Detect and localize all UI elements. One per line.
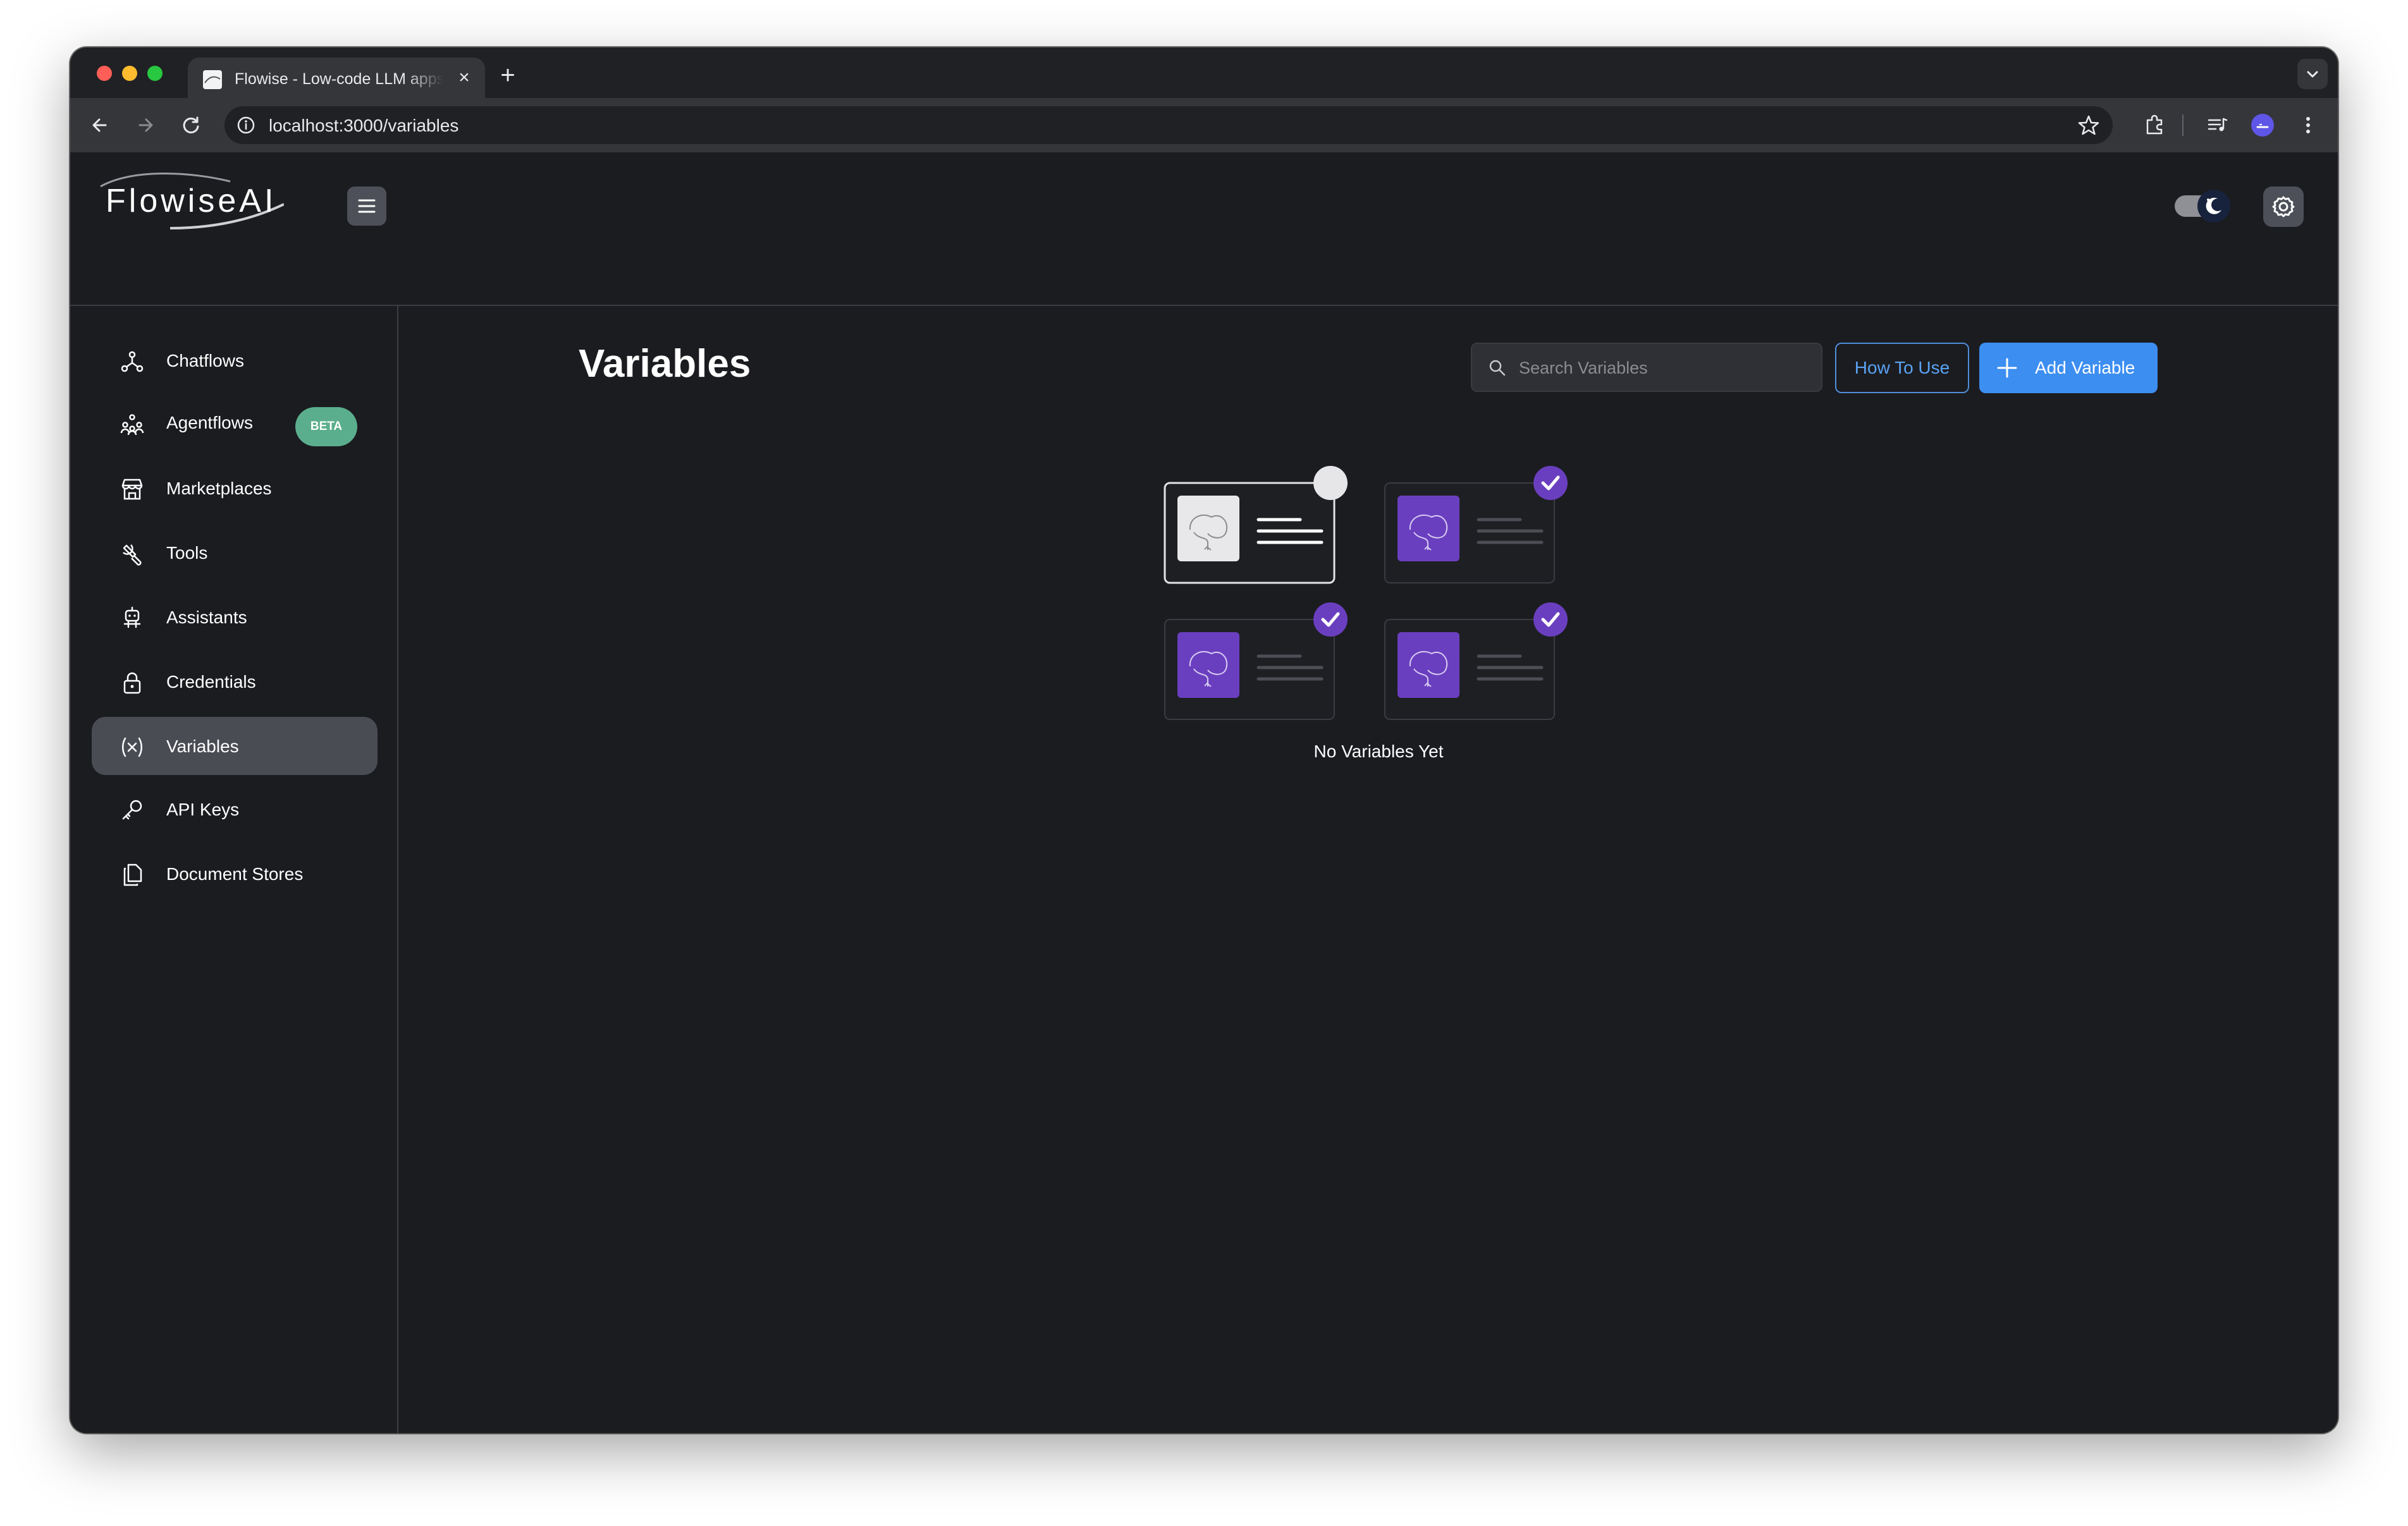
variable-card-illustration: [1384, 466, 1568, 583]
maximize-window-button[interactable]: [147, 66, 163, 81]
forward-icon[interactable]: [131, 111, 160, 140]
svg-text:FlowiseAI: FlowiseAI: [106, 183, 276, 219]
beta-badge: BETA: [295, 407, 357, 446]
sidebar-item-label: Marketplaces: [166, 479, 272, 498]
key-icon: [122, 800, 142, 820]
settings-button[interactable]: [2263, 186, 2304, 227]
gear-icon: [2272, 196, 2295, 217]
flowise-favicon-icon: [203, 70, 222, 89]
sidebar-item-marketplaces[interactable]: Marketplaces: [92, 459, 378, 517]
sidebar-item-label: Assistants: [166, 607, 247, 627]
extensions-icon[interactable]: [2141, 111, 2170, 140]
add-variable-label: Add Variable: [2035, 358, 2135, 377]
sidebar-item-chatflows[interactable]: Chatflows: [92, 331, 378, 389]
sidebar-item-tools[interactable]: Tools: [92, 523, 378, 582]
sidebar-item-api-keys[interactable]: API Keys: [92, 780, 378, 838]
url-text: localhost:3000/variables: [269, 116, 459, 135]
document-stores-icon: [123, 864, 142, 886]
back-icon[interactable]: [85, 111, 114, 140]
main-content: Variables How To Use Add Variable: [398, 306, 2338, 1433]
address-bar[interactable]: localhost:3000/variables: [224, 106, 2113, 144]
new-tab-icon[interactable]: +: [495, 63, 520, 88]
reload-icon[interactable]: [176, 111, 206, 140]
variable-card-illustration: [1164, 466, 1348, 584]
sidebar-item-assistants[interactable]: Assistants: [92, 588, 378, 646]
sidebar-toggle-button[interactable]: [347, 186, 386, 226]
browser-toolbar: localhost:3000/variables: [70, 98, 2338, 152]
page-title: Variables: [579, 342, 751, 386]
how-to-use-button[interactable]: How To Use: [1835, 343, 1969, 393]
tools-icon: [123, 544, 142, 566]
sidebar-item-label: Tools: [166, 543, 208, 563]
minimize-window-button[interactable]: [122, 66, 137, 81]
browser-tab[interactable]: Flowise - Low-code LLM apps ×: [188, 58, 485, 98]
flowise-app: FlowiseAI Chatflows Agentflows BETA Mark…: [70, 152, 2338, 1433]
variable-card-illustration: [1384, 602, 1568, 720]
variables-icon: [122, 737, 142, 757]
sidebar-item-label: Credentials: [166, 672, 256, 692]
agentflows-icon: [120, 414, 144, 436]
bookmark-star-icon[interactable]: [2077, 114, 2100, 137]
tab-search-button[interactable]: [2297, 59, 2328, 89]
sidebar-item-label: Chatflows: [166, 351, 244, 370]
sidebar-item-variables[interactable]: Variables: [92, 717, 378, 775]
profile-avatar[interactable]: [2248, 111, 2277, 140]
browser-menu-icon[interactable]: [2294, 111, 2323, 140]
browser-tab-bar: Flowise - Low-code LLM apps × +: [70, 47, 2338, 98]
empty-state-illustration: [1164, 466, 1568, 720]
assistants-icon: [123, 606, 141, 628]
search-box[interactable]: [1471, 343, 1822, 392]
media-controls-icon[interactable]: [2202, 111, 2232, 140]
sidebar-item-label: API Keys: [166, 800, 240, 819]
tab-title: Flowise - Low-code LLM apps: [235, 70, 443, 88]
app-header: FlowiseAI: [70, 152, 2338, 305]
search-icon: [1489, 360, 1506, 376]
sidebar: Chatflows Agentflows BETA Marketplaces T…: [70, 306, 398, 1433]
chatflows-icon: [121, 351, 144, 372]
sidebar-item-label: Agentflows: [166, 413, 253, 432]
tab-close-icon[interactable]: ×: [453, 67, 475, 89]
sidebar-item-label: Document Stores: [166, 864, 304, 884]
toolbar-divider: [2182, 114, 2184, 136]
sidebar-item-credentials[interactable]: Credentials: [92, 652, 378, 711]
empty-state-message: No Variables Yet: [1313, 742, 1444, 761]
chevron-down-icon: [2307, 71, 2318, 78]
hamburger-menu-icon: [358, 199, 376, 213]
sidebar-item-document-stores[interactable]: Document Stores: [92, 845, 378, 903]
site-info-icon[interactable]: [236, 115, 256, 135]
sidebar-item-label: Variables: [166, 736, 239, 756]
marketplace-icon: [121, 479, 143, 500]
add-variable-button[interactable]: Add Variable: [1979, 343, 2158, 393]
close-window-button[interactable]: [97, 66, 112, 81]
browser-window: Flowise - Low-code LLM apps × + localhos…: [70, 47, 2338, 1433]
search-input[interactable]: [1518, 351, 1811, 384]
variable-card-illustration: [1164, 602, 1348, 720]
sidebar-item-agentflows[interactable]: Agentflows BETA: [92, 394, 378, 453]
lock-icon: [123, 672, 141, 694]
plus-icon: [1997, 358, 2017, 378]
flowise-logo[interactable]: FlowiseAI: [94, 168, 285, 233]
dark-mode-toggle[interactable]: [2173, 186, 2234, 226]
